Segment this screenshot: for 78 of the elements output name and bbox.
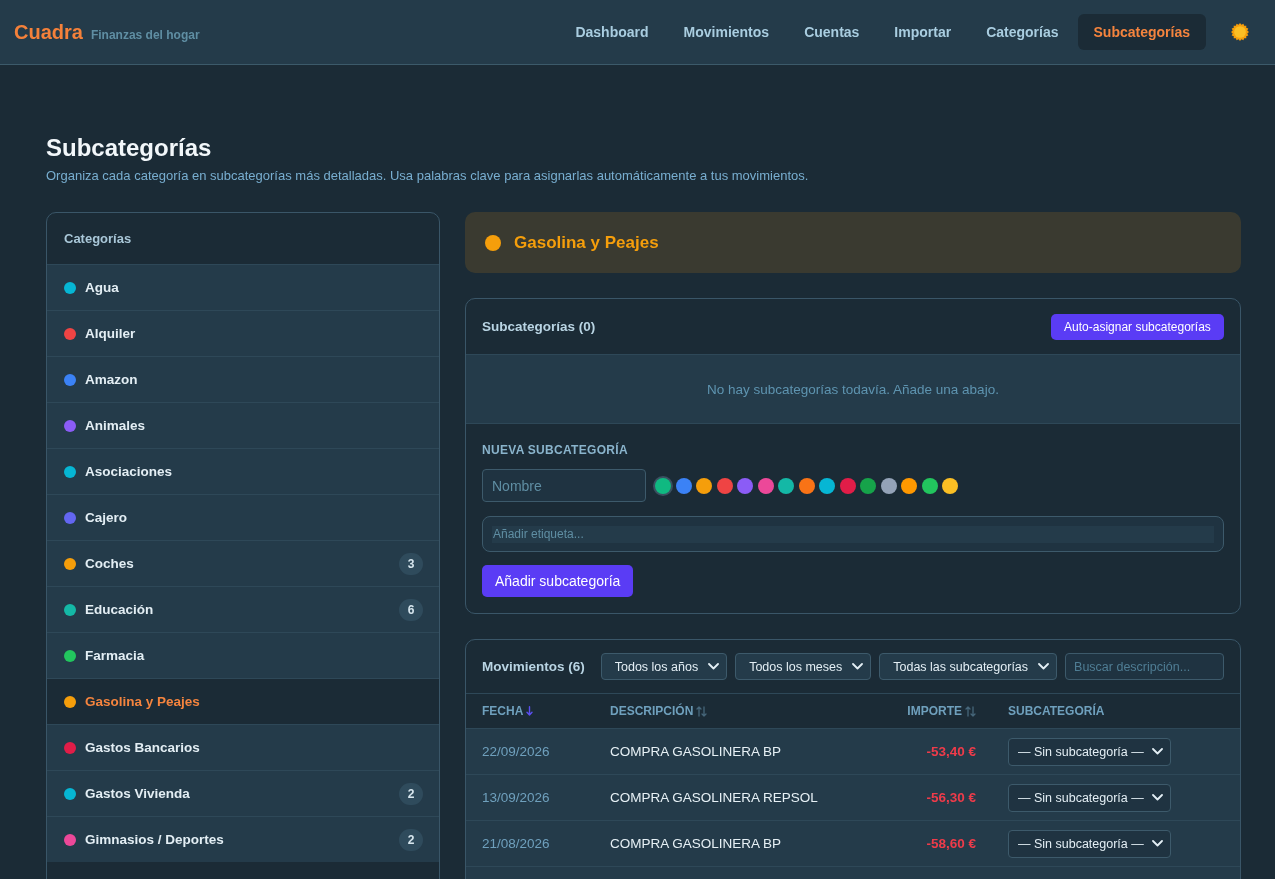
category-item[interactable]: Animales (47, 402, 439, 448)
column-header[interactable]: IMPORTE (907, 704, 962, 718)
color-swatch-icon[interactable] (655, 477, 671, 494)
category-item[interactable]: Cajero (47, 494, 439, 540)
chevron-down-icon (852, 663, 864, 670)
panel-title: Categorías (64, 231, 132, 246)
description-cell-text: COMPRA GASOLINERA REPSOL (610, 790, 819, 805)
amount-cell: -58,60 € (926, 836, 976, 851)
chevron-down-icon (708, 663, 720, 670)
column-header[interactable]: DESCRIPCIÓN (610, 704, 694, 718)
tag-input-field[interactable]: Añadir etiqueta... (482, 516, 1224, 552)
chevron-down-icon (1152, 748, 1163, 755)
chevron-down-icon (1038, 663, 1050, 670)
category-item[interactable]: Alquiler (47, 310, 439, 356)
subcategory-select[interactable]: — Sin subcategoría — (1008, 783, 1171, 812)
date-cell-text: 13/09/2026 (482, 790, 551, 805)
count-badge: 3 (399, 552, 423, 575)
amount-cell: -53,40 € (926, 744, 976, 759)
date-cell-text: 22/09/2026 (482, 744, 551, 759)
page-description: Organiza cada categoría en subcategorías más detalladas. Usa palabras clave para asignarlas automáticamente a tus movimientos. (46, 167, 810, 185)
count-badge: 6 (399, 598, 423, 621)
color-swatch-icon[interactable] (860, 477, 876, 494)
count-badge: 2 (399, 782, 423, 805)
chevron-down-icon (1152, 840, 1163, 847)
nav-tab[interactable]: Movimientos (667, 14, 786, 50)
search-input[interactable]: Buscar descripción... (1065, 653, 1224, 680)
category-item[interactable]: Gastos Vivienda 2 (47, 770, 439, 816)
subcategory-select[interactable]: — Sin subcategoría — (1008, 737, 1171, 766)
sun-icon[interactable] (1231, 23, 1249, 41)
category-item[interactable]: Educación 6 (47, 586, 439, 632)
color-swatch-icon[interactable] (901, 477, 917, 494)
nav-tab[interactable]: Importar (878, 14, 968, 50)
description-cell-text: COMPRA GASOLINERA BP (610, 744, 783, 759)
color-swatch-icon[interactable] (880, 477, 897, 494)
category-item[interactable]: Amazon (47, 356, 439, 402)
count-badge: 2 (399, 828, 423, 851)
category-item[interactable]: Farmacia (47, 632, 439, 678)
tagline: Finanzas del hogar (90, 27, 200, 42)
chevron-down-icon (1152, 794, 1163, 801)
column-header: SUBCATEGORÍA (1008, 704, 1105, 718)
empty-message: No hay subcategorías todavía. Añade una abajo. (706, 381, 999, 397)
color-swatch-icon[interactable] (819, 477, 835, 494)
description-cell-text: COMPRA GASOLINERA BP (610, 836, 783, 851)
filter-select[interactable]: Todos los años (600, 653, 728, 680)
category-item[interactable]: Asociaciones (47, 448, 439, 494)
nav-tab[interactable]: Dashboard (559, 14, 665, 50)
selected-category-name: Gasolina y Peajes (514, 232, 659, 253)
auto-assign-button[interactable]: Auto-asignar subcategorías (1051, 313, 1224, 340)
color-swatch-icon[interactable] (778, 477, 794, 494)
category-item[interactable]: Agua (47, 264, 439, 310)
subcategory-select[interactable]: — Sin subcategoría — (1008, 829, 1171, 858)
name-input[interactable]: Nombre (482, 469, 646, 502)
section-heading: NUEVA SUBCATEGORÍA (482, 443, 628, 457)
column-header[interactable]: FECHA (482, 704, 524, 718)
color-swatch-icon[interactable] (757, 477, 774, 494)
filter-select[interactable]: Todos los meses (735, 653, 872, 680)
amount-cell: -56,30 € (926, 790, 976, 805)
filter-select[interactable]: Todas las subcategorías (879, 653, 1058, 680)
color-swatch-icon[interactable] (675, 477, 692, 494)
color-swatch-icon[interactable] (921, 477, 938, 494)
card-title: Subcategorías (0) (482, 319, 597, 334)
category-item[interactable]: Gastos Bancarios (47, 724, 439, 770)
category-item[interactable]: Coches 3 (47, 540, 439, 586)
page-title: Subcategorías (46, 133, 213, 163)
color-swatch-icon[interactable] (798, 477, 815, 494)
nav-tab[interactable]: Subcategorías (1077, 14, 1206, 50)
color-swatch-icon[interactable] (737, 477, 753, 494)
date-cell-text: 21/08/2026 (482, 836, 551, 851)
color-swatch-icon[interactable] (716, 477, 733, 494)
logo[interactable]: Cuadra (14, 20, 83, 44)
category-item[interactable]: Gimnasios / Deportes 2 (47, 816, 439, 862)
color-swatch-icon[interactable] (942, 477, 958, 494)
add-subcategory-button[interactable]: Añadir subcategoría (482, 565, 634, 597)
color-swatch-icon[interactable] (839, 477, 856, 494)
nav-tab[interactable]: Categorías (970, 14, 1075, 50)
nav-tab[interactable]: Cuentas (788, 14, 876, 50)
color-swatch-icon[interactable] (696, 477, 712, 494)
card-title: Movimientos (6) (482, 659, 585, 674)
